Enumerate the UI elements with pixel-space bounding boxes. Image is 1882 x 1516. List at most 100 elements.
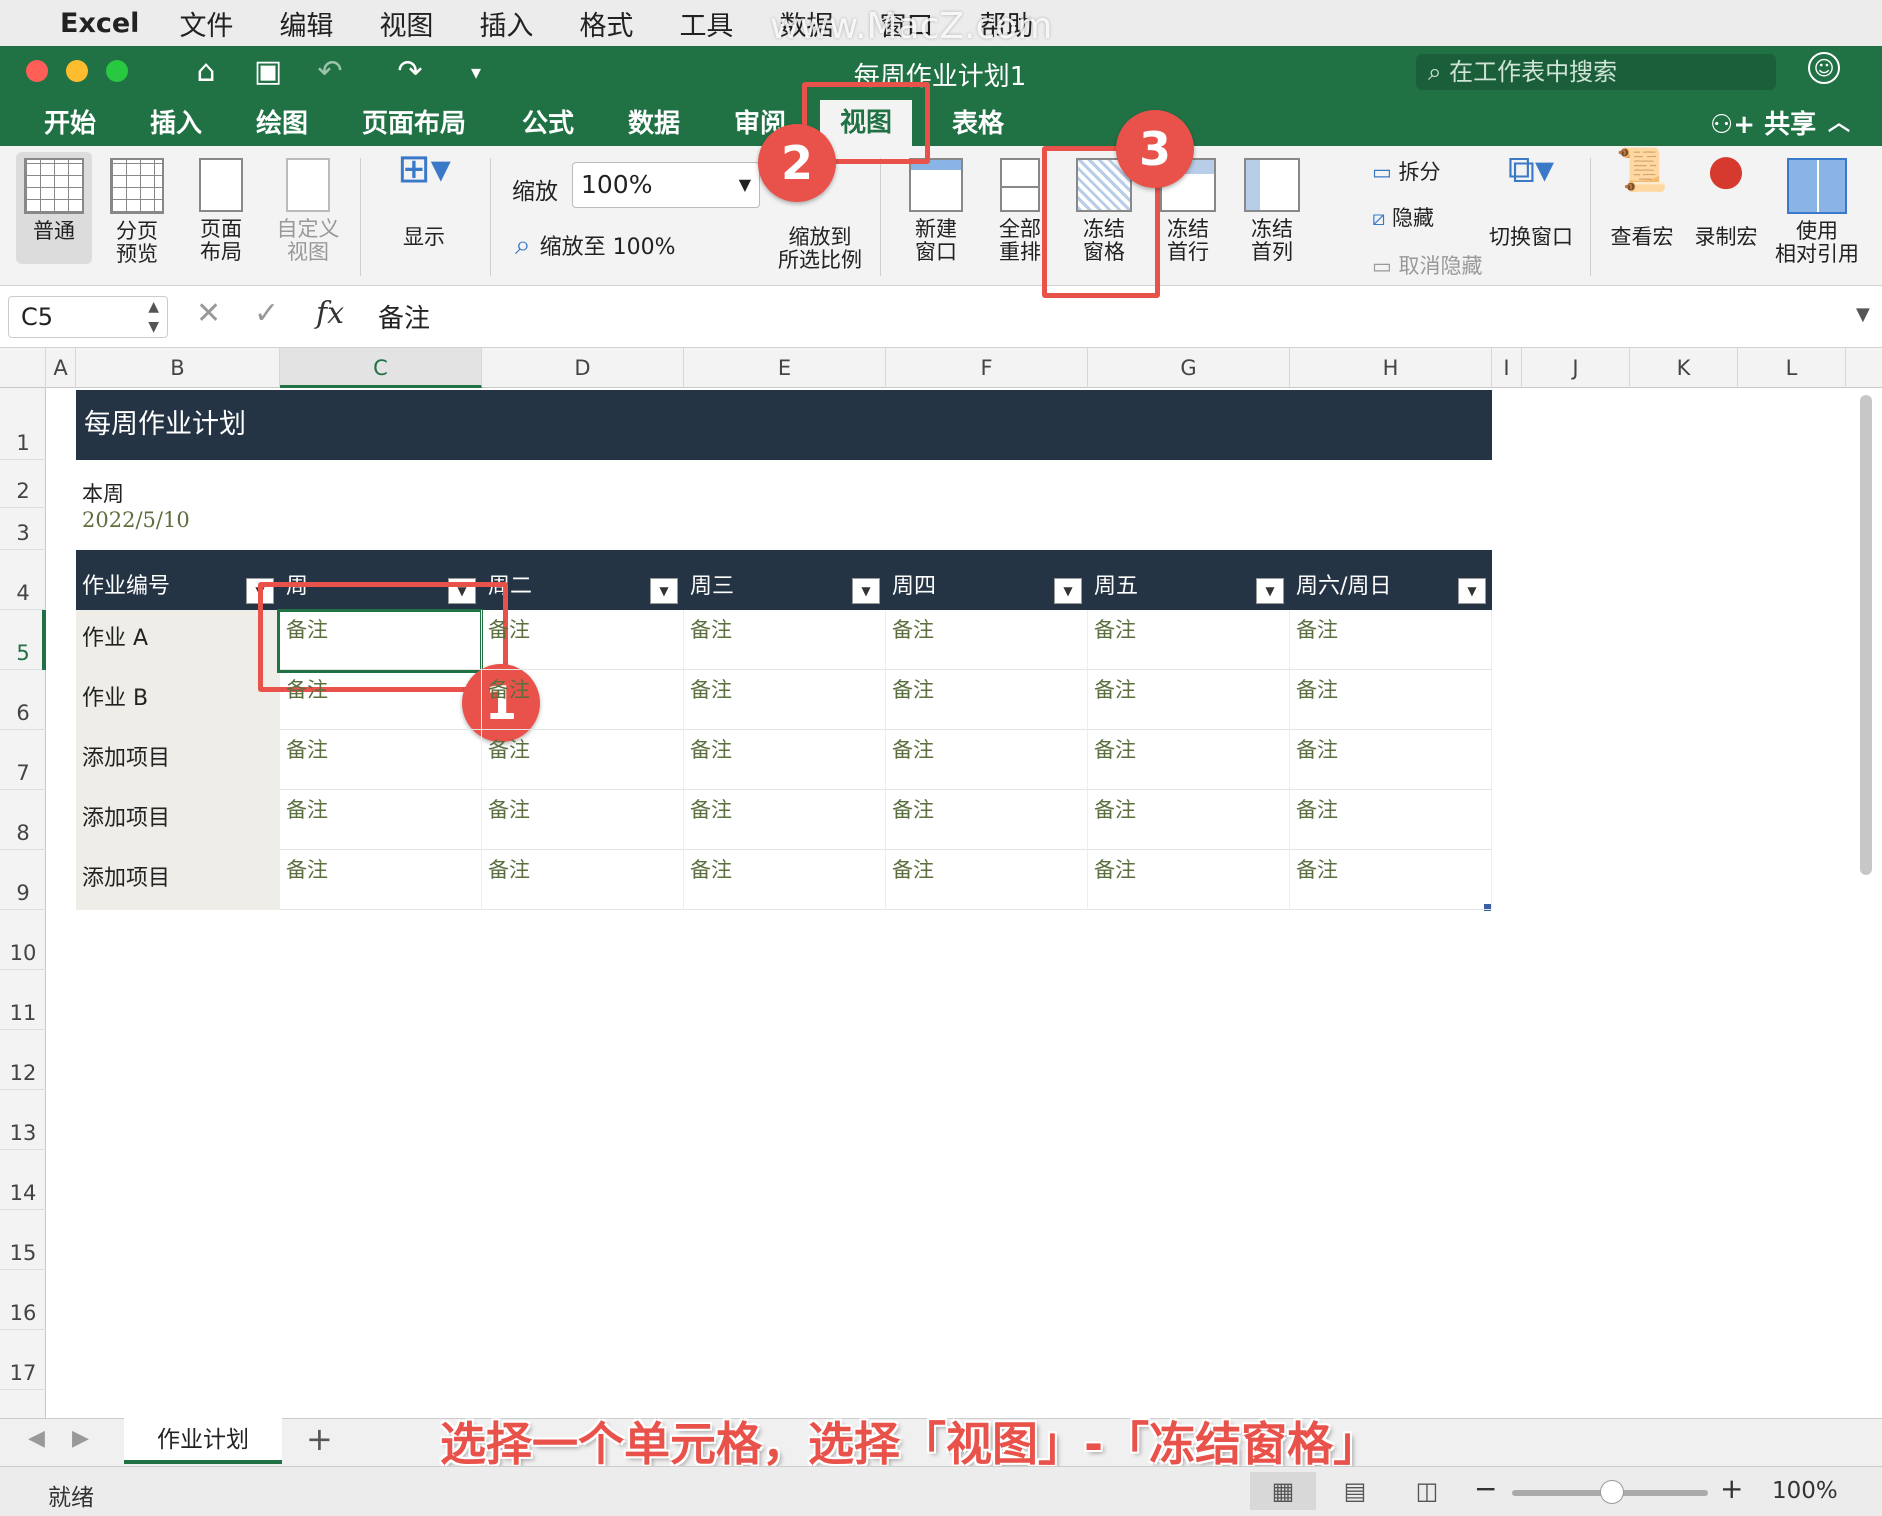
column-header-c[interactable]: C (280, 348, 482, 388)
unhide-button[interactable]: ▭ 取消隐藏 (1372, 250, 1483, 280)
zoom-out-icon[interactable]: − (1474, 1472, 1497, 1505)
menu-view[interactable]: 视图 (379, 4, 433, 43)
note-cell[interactable]: 备注 (1290, 670, 1492, 730)
note-cell[interactable]: 备注 (684, 850, 886, 910)
note-cell[interactable]: 备注 (280, 790, 482, 850)
page-layout-status-icon[interactable]: ▤ (1322, 1472, 1388, 1510)
menu-format[interactable]: 格式 (579, 4, 633, 43)
note-cell[interactable]: 备注 (886, 730, 1088, 790)
tab-data[interactable]: 数据 (628, 104, 680, 144)
header-weekend[interactable]: 周六/周日 (1296, 568, 1391, 600)
column-header-d[interactable]: D (482, 348, 684, 388)
row-label-add-item[interactable]: 添加项目 (76, 790, 280, 850)
zoom-100-button[interactable]: ⌕ 缩放至 100% (515, 228, 675, 262)
close-window-button[interactable] (26, 60, 48, 82)
row-header-17[interactable]: 17 (0, 1330, 46, 1390)
record-macro-button[interactable]: ● 录制宏 (1688, 149, 1764, 249)
tab-insert[interactable]: 插入 (150, 104, 202, 144)
row-header-7[interactable]: 7 (0, 730, 46, 790)
column-header-a[interactable]: A (46, 348, 76, 388)
week-date[interactable]: 2022/5/10 (82, 508, 190, 532)
row-header-12[interactable]: 12 (0, 1030, 46, 1090)
save-icon[interactable]: ▣ (248, 54, 288, 90)
note-cell[interactable]: 备注 (886, 670, 1088, 730)
row-header-4[interactable]: 4 (0, 550, 46, 610)
header-wed[interactable]: 周三 (690, 568, 734, 600)
note-cell[interactable]: 备注 (482, 730, 684, 790)
prev-sheet-icon[interactable]: ◀ (28, 1426, 45, 1451)
row-header-3[interactable]: 3 (0, 508, 46, 550)
split-button[interactable]: ▭ 拆分 (1372, 156, 1441, 186)
note-cell[interactable]: 备注 (684, 670, 886, 730)
column-header-h[interactable]: H (1290, 348, 1492, 388)
row-header-9[interactable]: 9 (0, 850, 46, 910)
redo-icon[interactable]: ↷ (390, 54, 430, 90)
column-header-f[interactable]: F (886, 348, 1088, 388)
page-break-preview-button[interactable]: 分页 预览 (102, 158, 172, 266)
note-cell[interactable]: 备注 (482, 790, 684, 850)
collapse-ribbon-icon[interactable]: ︿ (1828, 104, 1850, 144)
new-window-button[interactable]: 新建 窗口 (898, 158, 974, 264)
note-cell[interactable]: 备注 (1088, 610, 1290, 670)
note-cell[interactable]: 备注 (1088, 850, 1290, 910)
filter-dropdown-icon[interactable]: ▼ (1256, 578, 1284, 604)
filter-dropdown-icon[interactable]: ▼ (852, 578, 880, 604)
next-sheet-icon[interactable]: ▶ (72, 1426, 89, 1451)
note-cell[interactable]: 备注 (280, 850, 482, 910)
row-label-add-item[interactable]: 添加项目 (76, 730, 280, 790)
row-header-13[interactable]: 13 (0, 1090, 46, 1150)
relative-references-button[interactable]: 使用 相对引用 (1772, 158, 1862, 266)
search-field[interactable]: ⌕ 在工作表中搜索 (1416, 54, 1776, 90)
vertical-scrollbar[interactable] (1860, 395, 1872, 875)
header-thu[interactable]: 周四 (892, 568, 936, 600)
freeze-first-column-button[interactable]: 冻结 首列 (1234, 158, 1310, 264)
row-header-6[interactable]: 6 (0, 670, 46, 730)
column-header-e[interactable]: E (684, 348, 886, 388)
filter-dropdown-icon[interactable]: ▼ (1054, 578, 1082, 604)
home-icon[interactable]: ⌂ (186, 54, 226, 90)
customize-toolbar-icon[interactable]: ▾ (456, 54, 496, 90)
note-cell[interactable]: 备注 (886, 790, 1088, 850)
note-cell[interactable]: 备注 (1290, 730, 1492, 790)
zoom-window-button[interactable] (106, 60, 128, 82)
cancel-icon[interactable]: ✕ (196, 296, 221, 331)
expand-formula-icon[interactable]: ▼ (1856, 304, 1870, 325)
header-fri[interactable]: 周五 (1094, 568, 1138, 600)
confirm-icon[interactable]: ✓ (254, 296, 279, 331)
column-header-l[interactable]: L (1738, 348, 1846, 388)
view-macros-button[interactable]: 📜 查看宏 (1604, 149, 1680, 249)
column-header-k[interactable]: K (1630, 348, 1738, 388)
note-cell[interactable]: 备注 (886, 610, 1088, 670)
note-cell[interactable]: 备注 (1290, 610, 1492, 670)
menu-app-name[interactable]: Excel (60, 8, 139, 39)
share-button[interactable]: ⚇+ 共享 (1710, 104, 1816, 141)
row-header-5[interactable]: 5 (0, 610, 46, 670)
name-box[interactable]: C5 ▲ ▼ (8, 296, 168, 338)
row-label-task-b[interactable]: 作业 B (76, 670, 280, 730)
note-cell[interactable]: 备注 (482, 670, 684, 730)
zoom-combobox[interactable]: 100% ▼ (572, 162, 760, 208)
sheet-title-band[interactable]: 每周作业计划 (76, 390, 1492, 460)
show-button[interactable]: ⊞▾ 显示 (384, 149, 464, 249)
note-cell[interactable]: 备注 (280, 610, 482, 670)
menu-insert[interactable]: 插入 (479, 4, 533, 43)
smile-feedback-icon[interactable]: ☺ (1808, 52, 1840, 84)
row-header-2[interactable]: 2 (0, 460, 46, 508)
row-label-add-item[interactable]: 添加项目 (76, 850, 280, 910)
note-cell[interactable]: 备注 (1088, 670, 1290, 730)
page-break-status-icon[interactable]: ◫ (1394, 1472, 1460, 1510)
week-label[interactable]: 本周 (82, 478, 124, 508)
note-cell[interactable]: 备注 (1290, 790, 1492, 850)
sheet-tab-plan[interactable]: 作业计划 (124, 1418, 282, 1464)
row-header-10[interactable]: 10 (0, 910, 46, 970)
header-task-id[interactable]: 作业编号 (82, 568, 170, 600)
menu-edit[interactable]: 编辑 (279, 4, 333, 43)
note-cell[interactable]: 备注 (684, 610, 886, 670)
menu-tools[interactable]: 工具 (679, 4, 733, 43)
add-sheet-icon[interactable]: + (306, 1420, 333, 1458)
tab-draw[interactable]: 绘图 (256, 104, 308, 144)
normal-view-status-icon[interactable]: ▦ (1250, 1472, 1316, 1510)
note-cell[interactable]: 备注 (1290, 850, 1492, 910)
page-layout-view-button[interactable]: 页面 布局 (186, 158, 256, 264)
note-cell[interactable]: 备注 (1088, 730, 1290, 790)
